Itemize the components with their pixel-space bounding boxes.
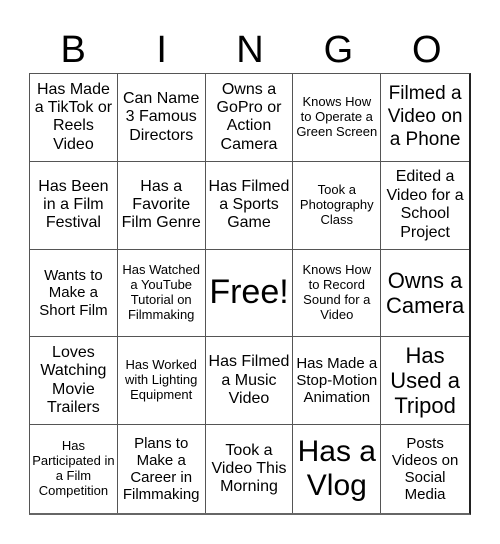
bingo-cell[interactable]: Posts Videos on Social Media — [381, 425, 469, 513]
bingo-cell[interactable]: Has a Vlog — [293, 425, 382, 513]
header-letter-n: N — [236, 29, 264, 71]
bingo-cell[interactable]: Has Used a Tripod — [381, 337, 469, 426]
bingo-cell[interactable]: Has Filmed a Sports Game — [205, 161, 294, 250]
header-letter-b: B — [60, 29, 86, 71]
bingo-cell[interactable]: Plans to Make a Career in Filmmaking — [118, 425, 206, 513]
bingo-header: B I N G O — [29, 28, 471, 73]
free-space[interactable]: Free! — [205, 249, 294, 338]
bingo-cell[interactable]: Filmed a Video on a Phone — [381, 74, 469, 162]
bingo-cell[interactable]: Has a Favorite Film Genre — [117, 161, 206, 250]
bingo-cell[interactable]: Took a Video This Morning — [206, 425, 294, 513]
bingo-cell[interactable]: Took a Photography Class — [293, 161, 382, 250]
bingo-cell[interactable]: Can Name 3 Famous Directors — [117, 74, 206, 162]
bingo-cell[interactable]: Has Worked with Lighting Equipment — [117, 337, 206, 426]
header-letter-i: I — [156, 29, 167, 71]
bingo-cell[interactable]: Owns a GoPro or Action Camera — [205, 74, 294, 162]
bingo-cell[interactable]: Has Made a TikTok or Reels Video — [30, 74, 118, 162]
bingo-cell[interactable]: Has Participated in a Film Competition — [30, 425, 118, 513]
bingo-cell[interactable]: Knows How to Record Sound for a Video — [293, 249, 382, 338]
bingo-cell[interactable]: Owns a Camera — [381, 250, 469, 338]
bingo-cell[interactable]: Has Been in a Film Festival — [30, 161, 118, 250]
bingo-grid: Has Made a TikTok or Reels Video Can Nam… — [29, 73, 471, 515]
bingo-cell[interactable]: Loves Watching Movie Trailers — [30, 337, 118, 426]
bingo-cell[interactable]: Knows How to Operate a Green Screen — [293, 74, 382, 162]
bingo-cell[interactable]: Edited a Video for a School Project — [381, 162, 469, 250]
header-letter-o: O — [412, 29, 442, 71]
bingo-cell[interactable]: Has Made a Stop-Motion Animation — [293, 337, 382, 426]
bingo-cell[interactable]: Wants to Make a Short Film — [30, 249, 118, 338]
bingo-cell[interactable]: Has Filmed a Music Video — [205, 337, 294, 426]
bingo-cell[interactable]: Has Watched a YouTube Tutorial on Filmma… — [117, 249, 206, 338]
header-letter-g: G — [323, 29, 354, 71]
